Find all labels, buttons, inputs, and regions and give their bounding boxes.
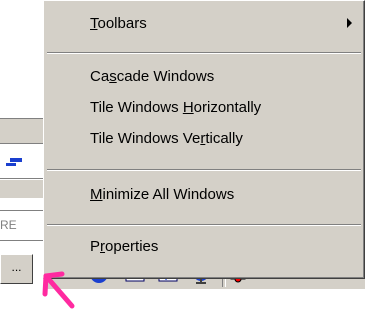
menu-item-label: Toolbars bbox=[90, 15, 147, 32]
menu-separator bbox=[47, 169, 361, 171]
menu-item-tile-horizontally[interactable]: Tile Windows Horizontally bbox=[90, 97, 261, 119]
menu-item-tile-vertically[interactable]: Tile Windows Vertically bbox=[90, 128, 243, 150]
menu-separator bbox=[47, 52, 361, 54]
menu-item-cascade-windows[interactable]: Cascade Windows bbox=[90, 66, 214, 88]
ellipsis-button[interactable]: ... bbox=[0, 254, 33, 284]
menu-item-label: Tile Windows Vertically bbox=[90, 130, 243, 147]
menu-item-label: Minimize All Windows bbox=[90, 186, 235, 203]
menu-item-toolbars[interactable]: Toolbars bbox=[90, 13, 147, 35]
menu-item-minimize-all[interactable]: Minimize All Windows bbox=[90, 184, 234, 206]
submenu-arrow-icon bbox=[347, 18, 352, 28]
menu-item-label: Tile Windows Horizontally bbox=[90, 99, 262, 116]
partial-toolbar-icon bbox=[6, 158, 22, 166]
pointer-arrow-icon bbox=[42, 271, 75, 309]
menu-item-label: Cascade Windows bbox=[90, 68, 215, 85]
taskbar-context-menu: Toolbars Cascade Windows Tile Windows Ho… bbox=[43, 0, 365, 279]
truncated-label: RE bbox=[0, 218, 17, 232]
menu-item-properties[interactable]: Properties bbox=[90, 236, 158, 258]
menu-item-label: Properties bbox=[90, 238, 159, 255]
menu-separator bbox=[47, 224, 361, 226]
